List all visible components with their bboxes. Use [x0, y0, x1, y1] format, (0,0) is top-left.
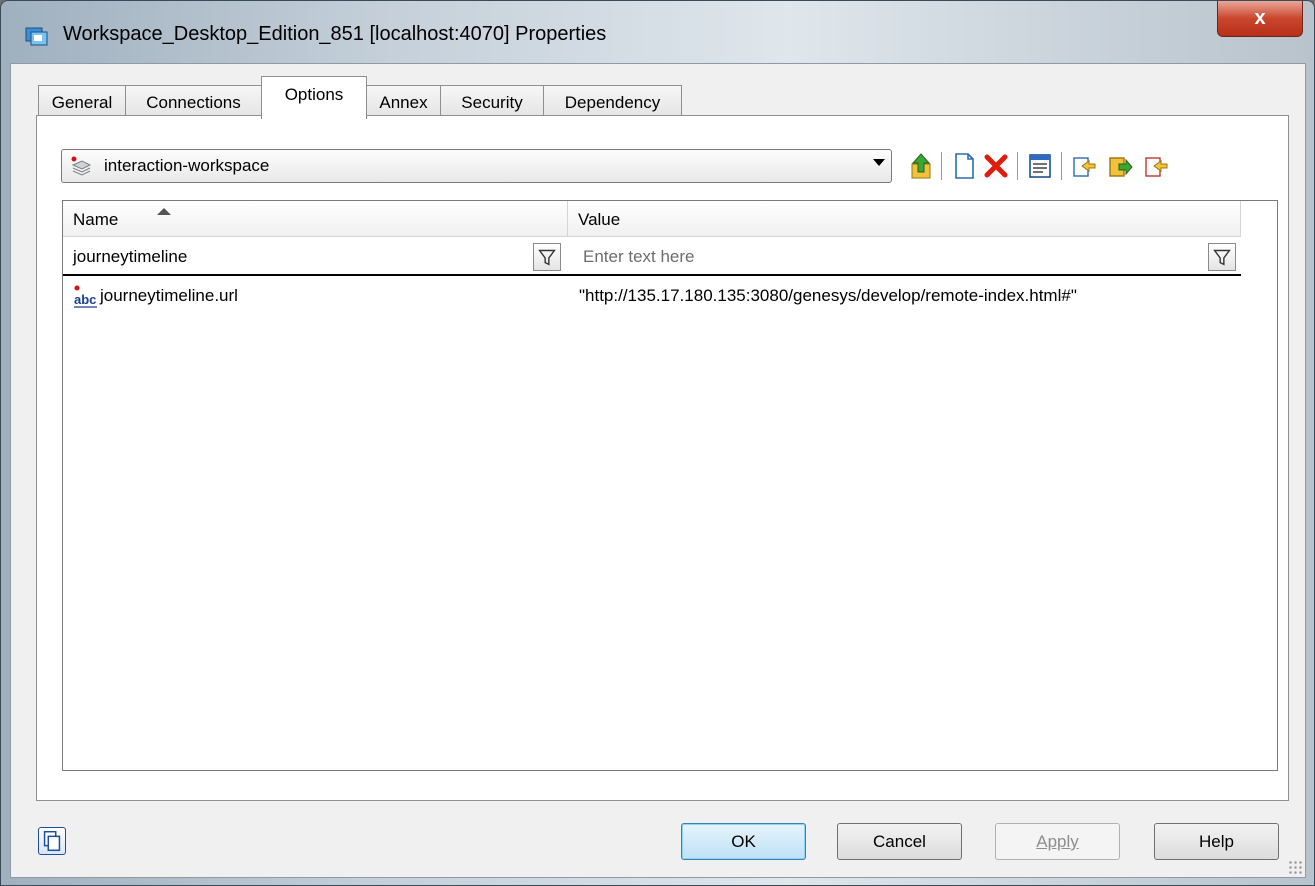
column-header-value[interactable]: Value — [568, 201, 1241, 237]
string-abc-icon: abc — [74, 285, 97, 308]
apply-button[interactable]: Apply — [995, 823, 1120, 860]
toolbar-separator — [941, 152, 942, 180]
up-folder-icon[interactable] — [908, 152, 934, 180]
ok-button[interactable]: OK — [681, 823, 806, 860]
properties-window: Workspace_Desktop_Edition_851 [localhost… — [0, 0, 1315, 886]
cancel-button[interactable]: Cancel — [837, 823, 962, 860]
tab-security[interactable]: Security — [440, 85, 544, 119]
column-header-value-label: Value — [578, 210, 621, 229]
help-button[interactable]: Help — [1154, 823, 1279, 860]
options-panel: interaction-workspace Name Value journey… — [36, 115, 1289, 801]
section-folder-icon — [71, 156, 92, 176]
close-button[interactable]: x — [1217, 1, 1303, 37]
copy-window-icon[interactable] — [38, 827, 66, 855]
option-value: "http://135.17.180.135:3080/genesys/deve… — [579, 286, 1077, 305]
resize-grip-icon[interactable] — [1288, 860, 1302, 874]
value-filter-cell[interactable]: Enter text here — [568, 237, 1241, 276]
title-bar[interactable]: Workspace_Desktop_Edition_851 [localhost… — [1, 1, 1314, 63]
dialog-client-area: General Connections Options Annex Securi… — [10, 63, 1306, 878]
section-select-value: interaction-workspace — [104, 156, 270, 175]
tab-dependency[interactable]: Dependency — [543, 85, 682, 119]
tab-general[interactable]: General — [38, 85, 126, 119]
tab-annex[interactable]: Annex — [366, 85, 441, 119]
name-filter-cell[interactable]: journeytimeline — [63, 237, 568, 276]
option-name: journeytimeline.url — [100, 286, 238, 305]
table-row[interactable]: abc journeytimeline.url "http://135.17.1… — [63, 283, 1277, 313]
sort-ascending-icon — [157, 208, 171, 215]
chevron-down-icon[interactable] — [873, 159, 885, 166]
export-icon[interactable] — [1107, 152, 1133, 180]
properties-icon[interactable] — [1027, 152, 1053, 180]
column-header-name-label: Name — [73, 210, 119, 229]
compare-icon[interactable] — [1143, 152, 1169, 180]
new-document-icon[interactable] — [951, 152, 977, 180]
delete-icon[interactable] — [983, 152, 1009, 180]
window-title: Workspace_Desktop_Edition_851 [localhost… — [63, 23, 607, 45]
section-select[interactable]: interaction-workspace — [61, 149, 892, 183]
import-icon[interactable] — [1071, 152, 1097, 180]
column-header-name[interactable]: Name — [63, 201, 568, 237]
tab-connections[interactable]: Connections — [125, 85, 262, 119]
name-filter-input[interactable]: journeytimeline — [73, 247, 187, 267]
value-filter-input[interactable]: Enter text here — [583, 247, 695, 267]
app-icon — [25, 27, 48, 46]
tab-options[interactable]: Options — [261, 76, 367, 119]
toolbar-separator — [1017, 152, 1018, 180]
toolbar-separator — [1061, 152, 1062, 180]
filter-icon[interactable] — [1208, 243, 1236, 271]
filter-icon[interactable] — [533, 243, 561, 271]
svg-text:abc: abc — [74, 292, 96, 307]
options-grid[interactable]: Name Value journeytimeline Enter text he… — [62, 200, 1278, 771]
